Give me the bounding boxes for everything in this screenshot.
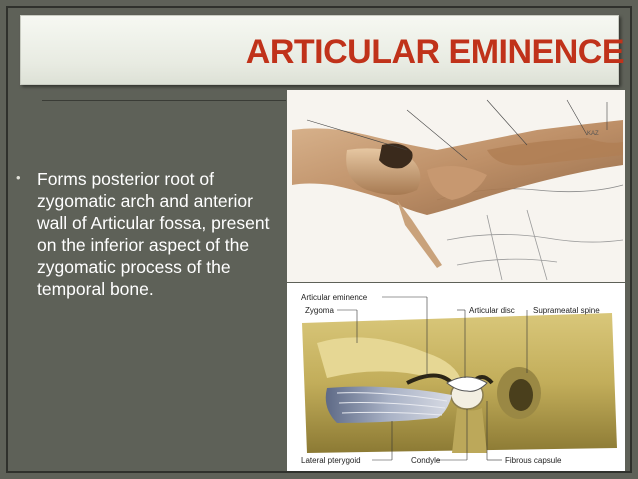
watermark-text: KAZ: [587, 131, 599, 137]
label-articular-eminence: Articular eminence: [301, 293, 368, 302]
bullet-marker: •: [16, 170, 21, 185]
bullet-text: Forms posterior root of zygomatic arch a…: [37, 169, 270, 299]
slide: ARTICULAR EMINENCE • Forms posterior roo…: [0, 0, 638, 479]
divider-line: [42, 100, 286, 101]
label-articular-disc: Articular disc: [469, 306, 515, 315]
label-suprameatal-spine: Suprameatal spine: [533, 306, 600, 315]
tmj-illustration: Articular eminence Zygoma Articular disc…: [287, 283, 625, 471]
label-fibrous-capsule: Fibrous capsule: [505, 456, 562, 465]
slide-title: ARTICULAR EMINENCE: [245, 33, 625, 71]
skull-illustration: KAZ: [287, 90, 625, 282]
label-zygoma: Zygoma: [305, 306, 334, 315]
label-condyle: Condyle: [411, 456, 441, 465]
label-lateral-pterygoid: Lateral pterygoid: [301, 456, 361, 465]
skull-drawing: KAZ: [287, 90, 625, 282]
